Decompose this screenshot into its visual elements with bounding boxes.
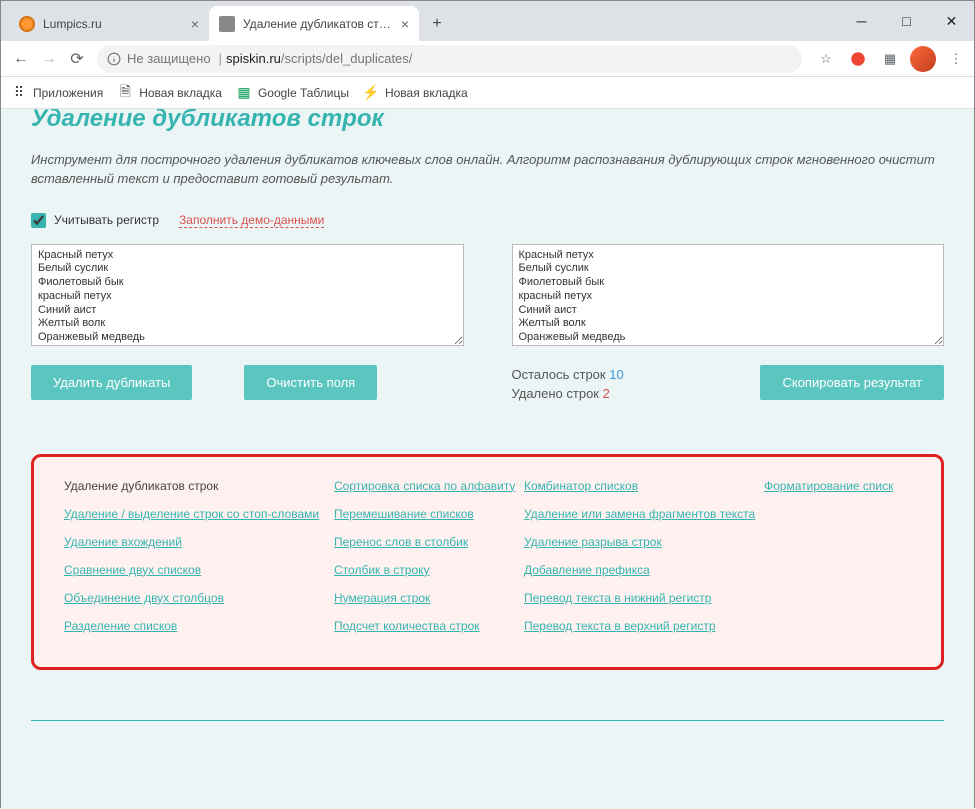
bookmark-item[interactable]: ▦ Google Таблицы	[236, 85, 349, 101]
copy-result-button[interactable]: Скопировать результат	[760, 365, 944, 400]
tool-link[interactable]: Удаление / выделение строк со стоп-слова…	[64, 507, 334, 521]
page-content: Удаление дубликатов строк Инструмент для…	[1, 109, 974, 809]
menu-icon[interactable]: ⋮	[944, 47, 968, 71]
page-description: Инструмент для построчного удаления дубл…	[31, 151, 944, 189]
tool-link[interactable]: Удаление вхождений	[64, 535, 334, 549]
page-title: Удаление дубликатов строк	[31, 109, 944, 133]
tool-link[interactable]: Нумерация строк	[334, 591, 524, 605]
lines-remaining: 10	[609, 367, 623, 382]
security-status: Не защищено	[127, 51, 211, 66]
case-sensitive-checkbox[interactable]: Учитывать регистр	[31, 213, 159, 228]
stats-block: Осталось строк 10 Удалено строк 2	[512, 365, 731, 404]
controls-row: Учитывать регистр Заполнить демо-данными	[31, 213, 944, 228]
lines-removed: 2	[603, 386, 610, 401]
tool-link[interactable]: Удаление разрыва строк	[524, 535, 764, 549]
apps-icon: ⠿	[11, 85, 27, 101]
tool-link[interactable]: Перенос слов в столбик	[334, 535, 524, 549]
address-bar[interactable]: Не защищено | spiskin.ru/scripts/del_dup…	[97, 45, 802, 73]
back-button[interactable]: ←	[7, 45, 35, 73]
tab-label: Lumpics.ru	[43, 17, 185, 31]
favicon-icon	[219, 16, 235, 32]
close-icon[interactable]: ×	[401, 16, 409, 32]
bookmark-item[interactable]: ⚡ Новая вкладка	[363, 85, 468, 101]
window-controls: ─ □ ✕	[839, 1, 974, 41]
bookmark-item[interactable]: 🗎 Новая вкладка	[117, 85, 222, 101]
page-icon: 🗎	[117, 85, 133, 101]
tool-link[interactable]: Добавление префикса	[524, 563, 764, 577]
browser-titlebar: Lumpics.ru × Удаление дубликатов строк -…	[1, 1, 974, 41]
new-tab-button[interactable]: +	[423, 10, 451, 38]
minimize-button[interactable]: ─	[839, 1, 884, 41]
tool-link[interactable]: Разделение списков	[64, 619, 334, 633]
remove-duplicates-button[interactable]: Удалить дубликаты	[31, 365, 192, 400]
checkbox-input[interactable]	[31, 213, 46, 228]
toolbar-actions: ☆ ▦ ⋮	[814, 46, 968, 72]
apps-button[interactable]: ⠿ Приложения	[11, 85, 103, 101]
tool-link[interactable]: Подсчет количества строк	[334, 619, 524, 633]
tool-link[interactable]: Удаление или замена фрагментов текста	[524, 507, 764, 521]
url-domain: spiskin.ru	[226, 51, 281, 66]
url-path: /scripts/del_duplicates/	[281, 51, 413, 66]
tool-link[interactable]: Столбик в строку	[334, 563, 524, 577]
bookmarks-bar: ⠿ Приложения 🗎 Новая вкладка ▦ Google Та…	[1, 77, 974, 109]
current-tool-label: Удаление дубликатов строк	[64, 479, 334, 493]
tool-link[interactable]: Перемешивание списков	[334, 507, 524, 521]
browser-tab-spiskin[interactable]: Удаление дубликатов строк - уд ×	[209, 6, 419, 41]
tool-link[interactable]: Перевод текста в нижний регистр	[524, 591, 764, 605]
close-window-button[interactable]: ✕	[929, 1, 974, 41]
demo-data-link[interactable]: Заполнить демо-данными	[179, 213, 324, 228]
close-icon[interactable]: ×	[191, 16, 199, 32]
tool-link[interactable]: Объединение двух столбцов	[64, 591, 334, 605]
info-icon	[107, 52, 121, 66]
favicon-icon	[19, 16, 35, 32]
related-tools-box: Удаление дубликатов строк Сортировка спи…	[31, 454, 944, 670]
tool-link[interactable]: Сортировка списка по алфавиту	[334, 479, 524, 493]
links-grid: Удаление дубликатов строк Сортировка спи…	[64, 479, 911, 633]
forward-button[interactable]: →	[35, 45, 63, 73]
extension-icon[interactable]	[846, 47, 870, 71]
extension-icon[interactable]: ▦	[878, 47, 902, 71]
tool-link[interactable]: Перевод текста в верхний регистр	[524, 619, 764, 633]
clear-fields-button[interactable]: Очистить поля	[244, 365, 377, 400]
browser-tab-lumpics[interactable]: Lumpics.ru ×	[9, 6, 209, 41]
tab-label: Удаление дубликатов строк - уд	[243, 17, 395, 31]
reload-button[interactable]: ⟳	[63, 45, 91, 73]
button-row: Удалить дубликаты Очистить поля Осталось…	[31, 365, 944, 404]
browser-toolbar: ← → ⟳ Не защищено | spiskin.ru/scripts/d…	[1, 41, 974, 77]
input-textarea[interactable]	[31, 244, 464, 346]
tool-link[interactable]: Форматирование списк	[764, 479, 911, 493]
tool-link[interactable]: Сравнение двух списков	[64, 563, 334, 577]
profile-avatar[interactable]	[910, 46, 936, 72]
lightning-icon: ⚡	[363, 85, 379, 101]
maximize-button[interactable]: □	[884, 1, 929, 41]
browser-tabs: Lumpics.ru × Удаление дубликатов строк -…	[9, 6, 451, 41]
sheets-icon: ▦	[236, 85, 252, 101]
textarea-row	[31, 244, 944, 349]
bookmark-star-icon[interactable]: ☆	[814, 47, 838, 71]
section-divider	[31, 720, 944, 721]
output-textarea[interactable]	[512, 244, 945, 346]
tool-link[interactable]: Комбинатор списков	[524, 479, 764, 493]
